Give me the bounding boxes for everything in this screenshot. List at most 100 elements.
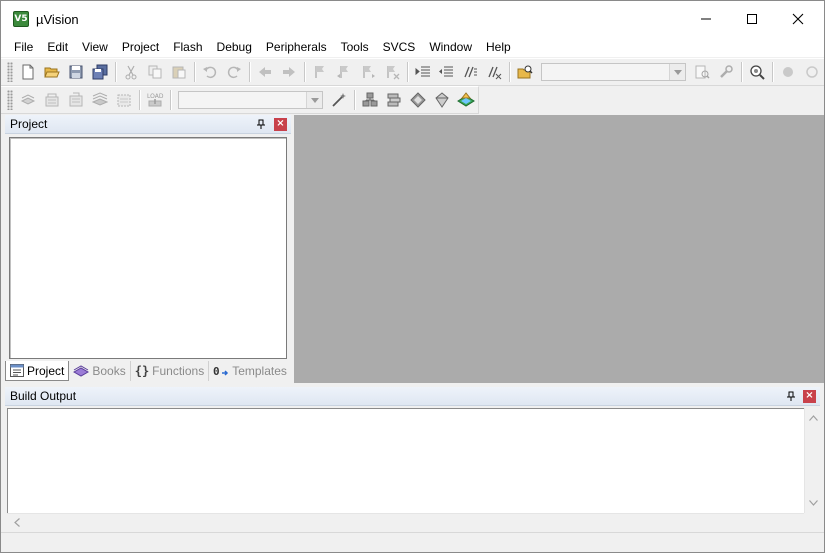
- toolbar-grip[interactable]: [7, 90, 13, 110]
- menu-flash[interactable]: Flash: [166, 37, 209, 57]
- maximize-button[interactable]: [729, 1, 775, 37]
- menu-window[interactable]: Window: [422, 37, 479, 57]
- project-tab-bar: Project Books {} Functions 0 Templates: [5, 361, 291, 381]
- scroll-down-icon[interactable]: [805, 495, 821, 511]
- menu-file[interactable]: File: [7, 37, 40, 57]
- braces-icon: {}: [134, 364, 150, 378]
- new-file-icon: [22, 64, 34, 80]
- build-icon: [45, 93, 59, 107]
- save-button[interactable]: [64, 61, 88, 83]
- tab-project[interactable]: Project: [5, 361, 70, 381]
- uncomment-selection-button[interactable]: [482, 61, 506, 83]
- menu-project[interactable]: Project: [115, 37, 166, 57]
- download-button[interactable]: LOAD: [143, 89, 167, 111]
- navigate-back-button[interactable]: [253, 61, 277, 83]
- find-in-files-icon: [517, 65, 533, 79]
- insert-breakpoint-button[interactable]: [776, 61, 800, 83]
- debug-session-button[interactable]: [745, 61, 769, 83]
- close-panel-icon[interactable]: ×: [274, 118, 287, 131]
- manage-rte-button[interactable]: [406, 89, 430, 111]
- stop-build-button[interactable]: [112, 89, 136, 111]
- tab-functions[interactable]: {} Functions: [131, 361, 210, 381]
- rebuild-button[interactable]: [64, 89, 88, 111]
- disable-breakpoint-button[interactable]: [800, 61, 824, 83]
- copy-button[interactable]: [143, 61, 167, 83]
- pack-diamond-icon: [435, 92, 449, 108]
- build-output-text[interactable]: [7, 408, 804, 529]
- editor-area[interactable]: [294, 115, 824, 383]
- paste-button[interactable]: [167, 61, 191, 83]
- scroll-up-icon[interactable]: [805, 410, 821, 426]
- pin-icon[interactable]: [784, 389, 798, 403]
- close-icon: [792, 13, 804, 25]
- status-bar: [1, 532, 824, 552]
- manage-project-items-button[interactable]: [382, 89, 406, 111]
- undo-button[interactable]: [198, 61, 222, 83]
- save-all-button[interactable]: [88, 61, 112, 83]
- stack-layers-icon: [387, 93, 401, 107]
- build-output-title: Build Output: [10, 389, 77, 403]
- insert-bookmark-button[interactable]: [308, 61, 332, 83]
- tab-templates[interactable]: 0 Templates: [209, 361, 291, 381]
- svg-text:LOAD: LOAD: [147, 93, 164, 100]
- next-bookmark-button[interactable]: [356, 61, 380, 83]
- project-tab-icon: [10, 364, 24, 377]
- load-download-icon: LOAD: [147, 93, 164, 107]
- copy-icon: [148, 65, 162, 79]
- find-combo[interactable]: [541, 63, 687, 81]
- incremental-find-button[interactable]: [690, 61, 714, 83]
- build-output-panel: Build Output ×: [5, 387, 820, 531]
- pin-icon[interactable]: [254, 117, 268, 131]
- project-tree-view[interactable]: [9, 137, 287, 359]
- templates-icon: 0: [213, 364, 229, 378]
- chevron-down-icon[interactable]: [306, 92, 322, 108]
- stop-build-icon: [117, 94, 131, 107]
- open-file-button[interactable]: [40, 61, 64, 83]
- tab-books[interactable]: Books: [69, 361, 131, 381]
- title-bar: V5 µVision: [1, 1, 824, 37]
- build-output-header: Build Output ×: [5, 387, 820, 406]
- batch-build-button[interactable]: [88, 89, 112, 111]
- find-in-files-button[interactable]: [513, 61, 537, 83]
- comment-selection-button[interactable]: [458, 61, 482, 83]
- target-options-button[interactable]: [327, 89, 351, 111]
- close-panel-icon[interactable]: ×: [803, 390, 816, 403]
- close-window-button[interactable]: [775, 1, 821, 37]
- menu-edit[interactable]: Edit: [40, 37, 75, 57]
- vertical-scrollbar[interactable]: [804, 408, 820, 513]
- minimize-button[interactable]: [683, 1, 729, 37]
- menu-peripherals[interactable]: Peripherals: [259, 37, 334, 57]
- horizontal-scrollbar[interactable]: [7, 513, 804, 529]
- configure-button[interactable]: [714, 61, 738, 83]
- previous-bookmark-button[interactable]: [332, 61, 356, 83]
- indent-button[interactable]: [411, 61, 435, 83]
- menu-debug[interactable]: Debug: [210, 37, 259, 57]
- toolbar-grip[interactable]: [7, 62, 13, 82]
- select-packs-button[interactable]: [430, 89, 454, 111]
- cut-button[interactable]: [119, 61, 143, 83]
- toolbar-separator: [248, 62, 250, 82]
- bookmark-next-icon: [362, 66, 375, 78]
- new-file-button[interactable]: [16, 61, 40, 83]
- menu-view[interactable]: View: [75, 37, 115, 57]
- build-button[interactable]: [40, 89, 64, 111]
- unindent-button[interactable]: [434, 61, 458, 83]
- arrow-left-icon: [258, 67, 271, 77]
- file-extensions-button[interactable]: [358, 89, 382, 111]
- redo-button[interactable]: [222, 61, 246, 83]
- clear-bookmarks-button[interactable]: [380, 61, 404, 83]
- batch-build-icon: [92, 92, 108, 106]
- pack-installer-icon: [457, 92, 475, 107]
- chevron-down-icon[interactable]: [669, 64, 686, 80]
- pack-installer-button[interactable]: [454, 89, 478, 111]
- translate-icon: [20, 94, 36, 105]
- menu-svcs[interactable]: SVCS: [376, 37, 423, 57]
- redo-icon: [227, 66, 241, 79]
- menu-tools[interactable]: Tools: [334, 37, 376, 57]
- project-panel-header: Project ×: [5, 115, 291, 134]
- menu-help[interactable]: Help: [479, 37, 518, 57]
- navigate-forward-button[interactable]: [277, 61, 301, 83]
- translate-button[interactable]: [16, 89, 40, 111]
- scroll-left-icon[interactable]: [9, 514, 25, 530]
- target-select-combo[interactable]: [178, 91, 323, 109]
